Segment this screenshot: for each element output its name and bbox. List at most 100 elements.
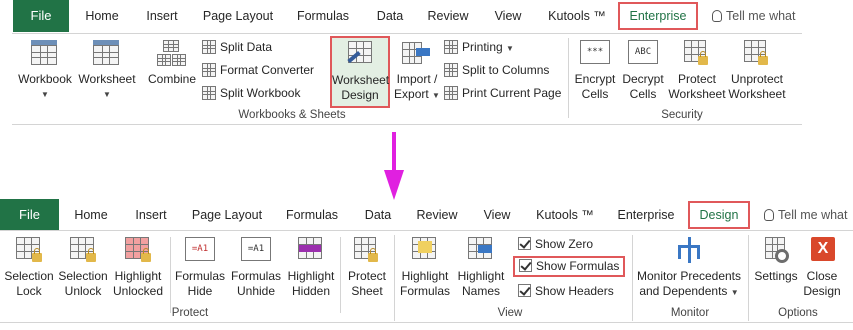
- tab-home[interactable]: Home: [69, 199, 113, 231]
- formulas-hide-label-2: Hide: [187, 284, 213, 298]
- highlight-names-label-1: Highlight: [457, 269, 505, 283]
- close-label-2: Design: [803, 284, 841, 298]
- group-separator: [340, 237, 341, 313]
- tab-page-layout[interactable]: Page Layout: [200, 0, 276, 32]
- workbook-button[interactable]: Workbook ▼: [14, 40, 76, 102]
- monitor-arrows-icon: [674, 237, 704, 265]
- formulas-hide-label-1: Formulas: [174, 269, 225, 283]
- worksheet-design-button[interactable]: Worksheet Design: [330, 36, 390, 108]
- group-separator: [170, 237, 171, 313]
- settings-button[interactable]: Settings: [752, 237, 800, 284]
- tab-home[interactable]: Home: [80, 0, 124, 32]
- protect-label-1: Protect: [677, 72, 716, 86]
- combine-button[interactable]: Combine: [144, 40, 200, 87]
- tab-kutools[interactable]: Kutools ™: [534, 199, 596, 231]
- tab-insert[interactable]: Insert: [129, 199, 173, 231]
- decrypt-cells-button[interactable]: ABC Decrypt Cells: [620, 40, 666, 102]
- selection-lock-label-1: Selection: [4, 269, 54, 283]
- formulas-hide-button[interactable]: =A1 Formulas Hide: [172, 237, 228, 299]
- combine-label: Combine: [147, 72, 197, 86]
- tab-review[interactable]: Review: [424, 0, 472, 32]
- tell-me-text: Tell me what: [726, 9, 796, 23]
- group-label-protect: Protect: [171, 307, 209, 319]
- tab-view[interactable]: View: [488, 0, 528, 32]
- highlight-hidden-label-2: Hidden: [291, 284, 331, 298]
- tab-kutools[interactable]: Kutools ™: [546, 0, 608, 32]
- chevron-down-icon: ▼: [103, 90, 111, 99]
- decrypt-icon: ABC: [628, 40, 658, 68]
- printing-label: Printing: [462, 40, 503, 54]
- settings-icon: [761, 237, 791, 265]
- format-converter-button[interactable]: Format Converter: [202, 60, 314, 80]
- bottom-tab-bar: File Home Insert Page Layout Formulas Da…: [0, 199, 853, 231]
- protect-sheet-button[interactable]: Protect Sheet: [342, 237, 392, 299]
- tab-review[interactable]: Review: [413, 199, 461, 231]
- formulas-unhide-button[interactable]: =A1 Formulas Unhide: [228, 237, 284, 299]
- close-design-button[interactable]: X Close Design: [800, 237, 844, 299]
- tell-me-box[interactable]: Tell me what: [764, 199, 847, 231]
- tab-file[interactable]: File: [0, 199, 59, 231]
- checkbox-checked-icon: [518, 237, 531, 250]
- highlight-unlocked-icon: [123, 237, 153, 265]
- tab-view[interactable]: View: [477, 199, 517, 231]
- unprotect-label-2: Worksheet: [728, 87, 786, 101]
- tab-data[interactable]: Data: [358, 199, 398, 231]
- tab-design[interactable]: Design: [688, 201, 750, 229]
- highlight-names-label-2: Names: [461, 284, 500, 298]
- protect-sheet-icon: [352, 237, 382, 265]
- tab-data[interactable]: Data: [370, 0, 410, 32]
- show-formulas-checkbox[interactable]: Show Formulas: [513, 256, 626, 277]
- protect-worksheet-button[interactable]: Protect Worksheet: [668, 40, 726, 102]
- close-label-1: Close: [806, 269, 838, 283]
- tab-enterprise[interactable]: Enterprise: [618, 2, 698, 30]
- highlight-hidden-button[interactable]: Highlight Hidden: [284, 237, 338, 299]
- import-export-button[interactable]: Import / Export ▼: [392, 40, 442, 103]
- chevron-down-icon: ▼: [41, 90, 49, 99]
- unprotect-worksheet-button[interactable]: Unprotect Worksheet: [728, 40, 786, 102]
- pointer-arrow-line: [392, 132, 396, 174]
- tab-formulas[interactable]: Formulas: [281, 199, 343, 231]
- settings-label: Settings: [754, 269, 798, 283]
- bottom-ribbon-panel: Selection Lock Selection Unlock Highligh…: [0, 230, 853, 323]
- monitor-label-2: and Dependents: [639, 284, 728, 298]
- monitor-precedents-dependents-button[interactable]: Monitor Precedents and Dependents ▼: [634, 237, 744, 300]
- highlight-unlocked-button[interactable]: Highlight Unlocked: [110, 237, 166, 299]
- top-ribbon-panel: Workbook ▼ Worksheet ▼ Combine Split Dat…: [12, 33, 802, 125]
- print-current-page-button[interactable]: Print Current Page: [444, 83, 561, 103]
- highlight-hidden-icon: [296, 237, 326, 265]
- top-tab-bar: File Home Insert Page Layout Formulas Da…: [0, 0, 853, 32]
- highlight-formulas-label-2: Formulas: [399, 284, 450, 298]
- printing-button[interactable]: Printing ▼: [444, 37, 514, 57]
- split-data-label: Split Data: [220, 40, 273, 54]
- tab-file[interactable]: File: [13, 0, 69, 32]
- split-data-button[interactable]: Split Data: [202, 37, 272, 57]
- worksheet-button[interactable]: Worksheet ▼: [76, 40, 138, 102]
- highlight-formulas-icon: [410, 237, 440, 265]
- tab-page-layout[interactable]: Page Layout: [189, 199, 265, 231]
- selection-lock-button[interactable]: Selection Lock: [2, 237, 56, 299]
- split-to-columns-button[interactable]: Split to Columns: [444, 60, 549, 80]
- protect-worksheet-icon: [682, 40, 712, 68]
- chevron-down-icon: ▼: [432, 91, 440, 100]
- split-columns-icon: [444, 63, 458, 77]
- workbook-label: Workbook: [18, 72, 72, 86]
- encrypt-cells-button[interactable]: *** Encrypt Cells: [572, 40, 618, 102]
- group-separator: [394, 235, 395, 321]
- tab-formulas[interactable]: Formulas: [292, 0, 354, 32]
- split-workbook-label: Split Workbook: [220, 86, 301, 100]
- checkbox-checked-icon: [519, 259, 532, 272]
- highlight-names-button[interactable]: Highlight Names: [454, 237, 508, 299]
- tell-me-box[interactable]: Tell me what: [712, 0, 795, 32]
- encrypt-label-1: Encrypt: [574, 72, 616, 86]
- selection-unlock-button[interactable]: Selection Unlock: [56, 237, 110, 299]
- show-zero-checkbox[interactable]: Show Zero: [518, 234, 593, 254]
- highlight-formulas-button[interactable]: Highlight Formulas: [396, 237, 454, 299]
- worksheet-design-label-2: Design: [341, 88, 379, 102]
- encrypt-label-2: Cells: [581, 87, 609, 101]
- split-workbook-button[interactable]: Split Workbook: [202, 83, 300, 103]
- worksheet-label: Worksheet: [78, 72, 136, 86]
- tab-enterprise[interactable]: Enterprise: [612, 199, 680, 231]
- tab-insert[interactable]: Insert: [140, 0, 184, 32]
- show-headers-checkbox[interactable]: Show Headers: [518, 281, 614, 301]
- protect-sheet-label-2: Sheet: [351, 284, 383, 298]
